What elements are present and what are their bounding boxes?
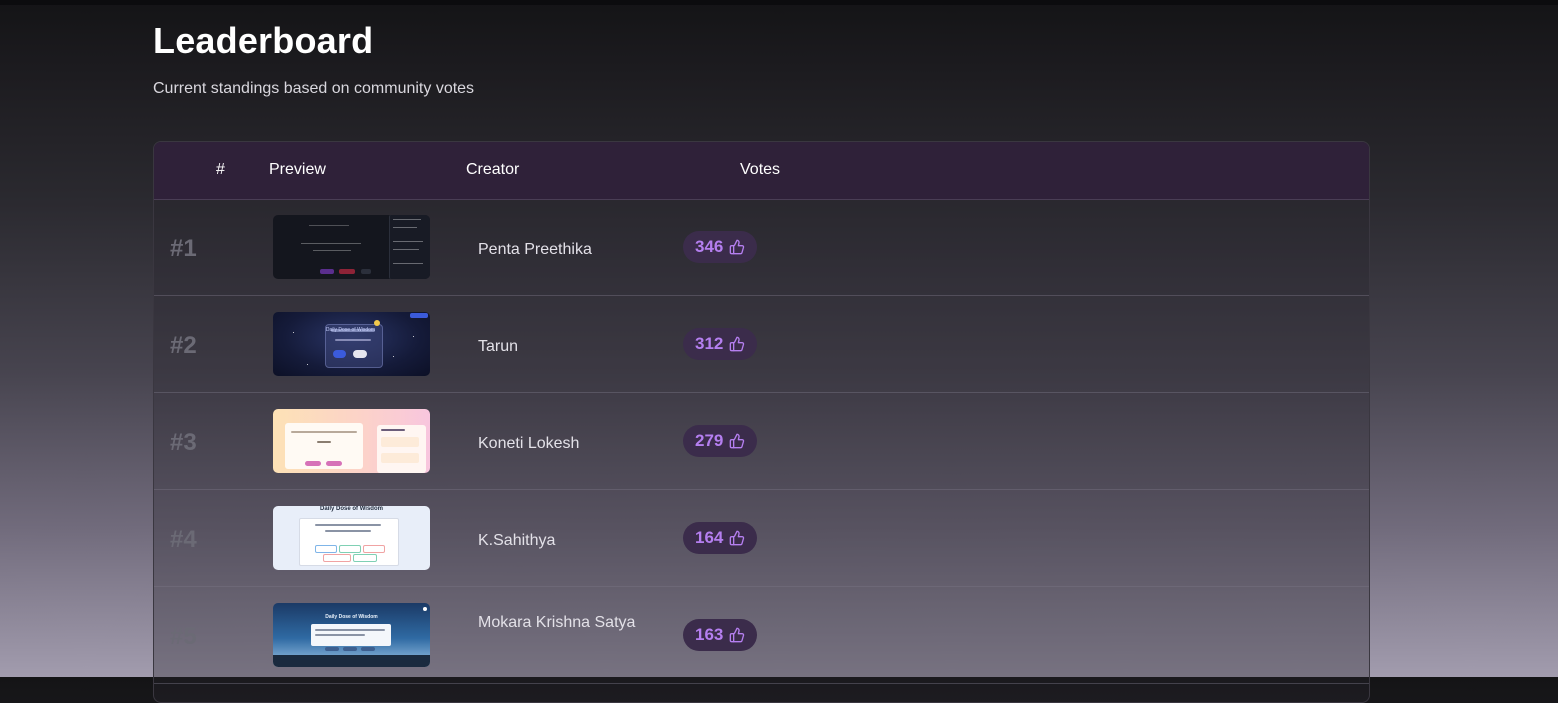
creator-name: Koneti Lokesh [478, 435, 580, 452]
thumbs-up-icon [729, 239, 745, 255]
table-row: #1 Penta Preethika 346 [154, 199, 1369, 296]
rank-label: #4 [170, 526, 197, 553]
page-title: Leaderboard [153, 20, 374, 61]
thumbnail-title: Daily Dose of Wisdom [320, 506, 383, 512]
preview-thumbnail[interactable] [273, 409, 430, 473]
preview-thumbnail[interactable]: Daily Dose of Wisdom [273, 603, 430, 667]
preview-thumbnail[interactable] [273, 215, 430, 279]
creator-name: Penta Preethika [478, 241, 592, 258]
rank-label: #3 [170, 429, 197, 456]
vote-button[interactable]: 279 [683, 425, 758, 457]
creator-name: K.Sahithya [478, 532, 556, 549]
vote-count: 279 [695, 431, 724, 450]
thumbs-up-icon [729, 433, 745, 449]
preview-thumbnail[interactable]: Daily Dose of Wisdom [273, 506, 430, 570]
table-row: #2 Tarun 312 [154, 296, 1369, 393]
vote-button[interactable]: 346 [683, 231, 758, 263]
table-row: #3 Koneti Lokesh 279 [154, 393, 1369, 490]
creator-name: Mokara Krishna Satya [478, 614, 636, 631]
thumbnail-title: Daily Dose of Wisdom [325, 614, 378, 620]
table-row: #4 Daily Dose of Wisdom K.Sahithya 164 [154, 490, 1369, 587]
vote-count: 164 [695, 528, 724, 547]
rank-label: #2 [170, 332, 197, 359]
thumbs-up-icon [729, 530, 745, 546]
table-header: # Preview Creator Votes [154, 142, 1369, 200]
vote-button[interactable]: 164 [683, 522, 758, 554]
leaderboard-table: # Preview Creator Votes #1 Penta Preethi… [153, 141, 1370, 703]
header-preview: Preview [269, 161, 326, 178]
top-bar [0, 0, 1558, 5]
rank-label: #1 [170, 235, 197, 262]
thumbs-up-icon [729, 336, 745, 352]
preview-thumbnail[interactable] [273, 312, 430, 376]
vote-count: 312 [695, 334, 724, 353]
header-creator: Creator [466, 161, 520, 178]
thumbs-up-icon [729, 627, 745, 643]
creator-name: Tarun [478, 338, 519, 355]
vote-count: 346 [695, 237, 724, 256]
rank-label: #5 [170, 623, 197, 650]
vote-count: 163 [695, 625, 724, 644]
table-row: #5 Daily Dose of Wisdom Mokara Krishna S… [154, 587, 1369, 684]
vote-button[interactable]: 163 [683, 619, 758, 651]
vote-button[interactable]: 312 [683, 328, 758, 360]
page-subtitle: Current standings based on community vot… [153, 80, 475, 97]
header-votes: Votes [740, 161, 781, 178]
header-rank: # [216, 161, 225, 178]
